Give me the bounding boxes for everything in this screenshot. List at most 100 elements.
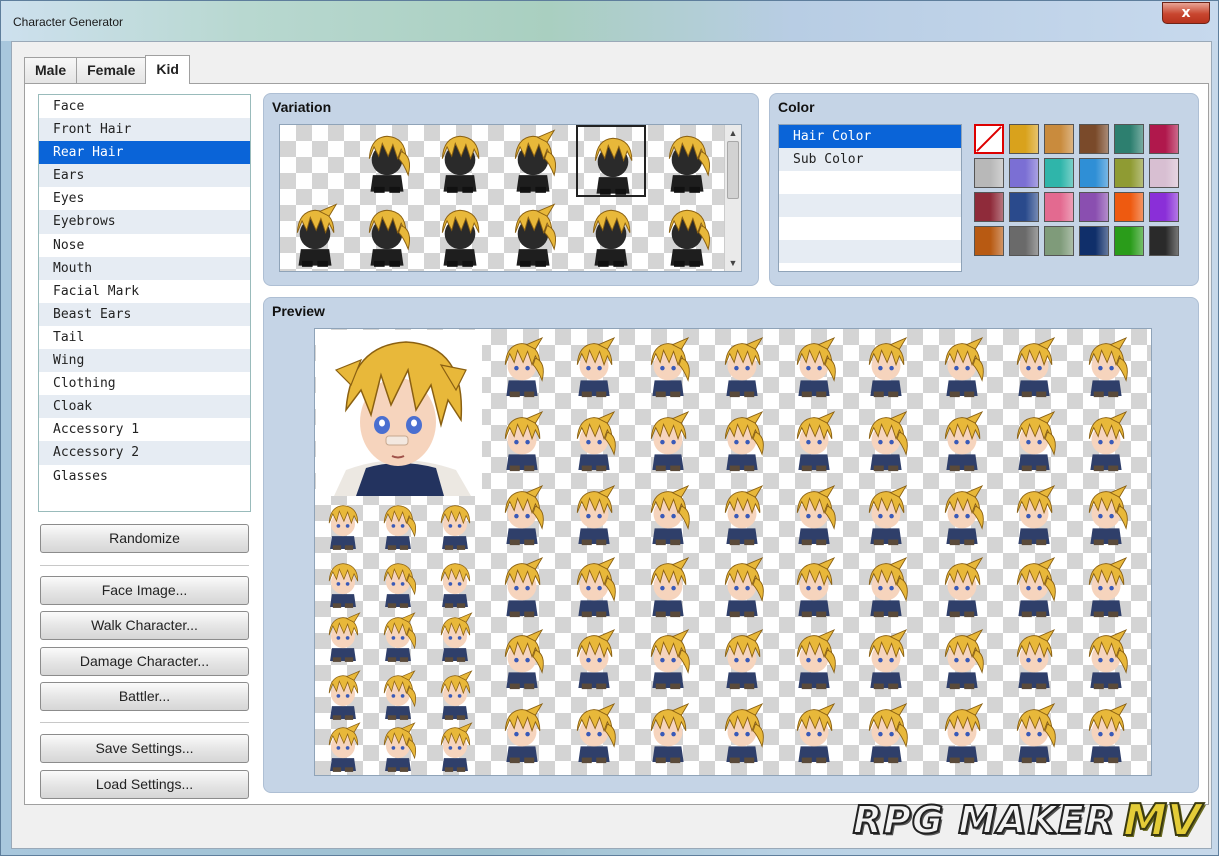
color-swatch[interactable] <box>1044 192 1074 222</box>
part-item[interactable]: Cloak <box>39 395 250 419</box>
variation-cell[interactable] <box>652 125 722 197</box>
color-swatch[interactable] <box>1009 226 1039 256</box>
color-swatch[interactable] <box>1114 158 1144 188</box>
battler-sprite <box>796 337 836 398</box>
color-swatch[interactable] <box>1114 192 1144 222</box>
part-item[interactable]: Front Hair <box>39 118 250 142</box>
part-item[interactable]: Accessory 2 <box>39 441 250 465</box>
color-group: Color Hair Color Sub Color <box>769 93 1199 286</box>
color-swatch[interactable] <box>1009 124 1039 154</box>
color-target-item[interactable] <box>779 194 961 217</box>
damage-character-button[interactable]: Damage Character... <box>40 647 249 676</box>
color-target-item[interactable]: Sub Color <box>779 148 961 171</box>
color-swatch[interactable] <box>1044 226 1074 256</box>
variation-cell[interactable] <box>352 125 422 197</box>
color-swatch[interactable] <box>1114 124 1144 154</box>
variation-cell[interactable] <box>352 199 422 271</box>
part-item[interactable]: Wing <box>39 349 250 373</box>
color-swatch[interactable] <box>974 192 1004 222</box>
scroll-down-icon[interactable]: ▼ <box>727 257 739 269</box>
variation-cell[interactable] <box>576 125 646 197</box>
part-item[interactable]: Accessory 1 <box>39 418 250 441</box>
color-target-item[interactable] <box>779 171 961 194</box>
close-button[interactable]: x <box>1162 2 1210 24</box>
battler-sprite <box>868 703 908 764</box>
color-swatch[interactable] <box>974 158 1004 188</box>
color-swatch[interactable] <box>1114 226 1144 256</box>
scroll-up-icon[interactable]: ▲ <box>727 127 739 139</box>
scroll-thumb[interactable] <box>727 141 739 199</box>
battler-sprite <box>1016 411 1056 472</box>
hair-variation-sprite <box>668 135 711 193</box>
part-item[interactable]: Clothing <box>39 372 250 395</box>
variation-cell[interactable] <box>576 199 646 271</box>
battler-sprite <box>944 703 984 764</box>
part-item[interactable]: Nose <box>39 234 250 257</box>
color-swatch[interactable] <box>1079 124 1109 154</box>
walk-sprite <box>328 505 359 550</box>
part-item[interactable]: Eyebrows <box>39 210 250 234</box>
walk-sprite <box>440 563 471 608</box>
part-item[interactable]: Face <box>39 95 250 118</box>
color-swatch[interactable] <box>974 226 1004 256</box>
load-settings-button[interactable]: Load Settings... <box>40 770 249 799</box>
randomize-button[interactable]: Randomize <box>40 524 249 553</box>
color-swatch[interactable] <box>1009 192 1039 222</box>
color-swatch[interactable] <box>1149 226 1179 256</box>
battler-sprite <box>944 411 984 472</box>
variation-cell[interactable] <box>498 199 568 271</box>
battler-sprite <box>944 337 984 398</box>
part-item[interactable]: Beast Ears <box>39 302 250 326</box>
variation-cell[interactable] <box>280 199 350 271</box>
color-swatch[interactable] <box>1149 124 1179 154</box>
color-swatch[interactable] <box>1044 158 1074 188</box>
variation-scrollbar[interactable]: ▲ ▼ <box>724 125 741 271</box>
color-swatch[interactable] <box>1149 158 1179 188</box>
color-swatch[interactable] <box>1009 158 1039 188</box>
walk-sprite <box>440 612 473 662</box>
hair-variation-sprite <box>368 209 411 267</box>
battler-sprite <box>724 629 764 690</box>
variation-grid[interactable]: ▲ ▼ <box>279 124 742 272</box>
close-icon: x <box>1181 5 1191 21</box>
tab-kid[interactable]: Kid <box>145 55 190 84</box>
color-swatch[interactable] <box>1044 124 1074 154</box>
variation-cell[interactable] <box>425 199 495 271</box>
part-item[interactable]: Rear Hair <box>39 141 250 165</box>
walk-character-button[interactable]: Walk Character... <box>40 611 249 640</box>
no-color-swatch[interactable] <box>974 124 1004 154</box>
part-item[interactable]: Eyes <box>39 187 250 210</box>
hair-variation-sprite <box>514 203 557 267</box>
title-bar[interactable]: Character Generator x <box>1 1 1218 41</box>
hair-variation-sprite <box>592 209 631 267</box>
variation-cell[interactable] <box>498 125 568 197</box>
variation-cell[interactable] <box>425 125 495 197</box>
color-swatch[interactable] <box>1079 192 1109 222</box>
part-item[interactable]: Glasses <box>39 465 250 488</box>
variation-cell[interactable] <box>652 199 722 271</box>
part-list[interactable]: Face Front Hair Rear Hair Ears Eyes Eyebrows N… <box>38 94 251 512</box>
tab-female[interactable]: Female <box>76 57 147 84</box>
part-item[interactable]: Facial Mark <box>39 280 250 303</box>
color-swatch[interactable] <box>1149 192 1179 222</box>
color-target-item[interactable]: Hair Color <box>779 125 961 148</box>
battler-button[interactable]: Battler... <box>40 682 249 711</box>
hair-variation-sprite <box>594 137 633 195</box>
part-item[interactable]: Ears <box>39 164 250 188</box>
battler-sprite <box>1016 337 1056 398</box>
color-swatch[interactable] <box>1079 226 1109 256</box>
variation-cell[interactable] <box>280 125 350 197</box>
battler-sprite <box>796 557 836 618</box>
save-settings-button[interactable]: Save Settings... <box>40 734 249 763</box>
color-target-item[interactable] <box>779 217 961 240</box>
color-target-item[interactable] <box>779 240 961 263</box>
tab-male[interactable]: Male <box>24 57 78 84</box>
battler-sprite <box>796 629 836 690</box>
walk-sprite <box>383 563 417 608</box>
color-target-list[interactable]: Hair Color Sub Color <box>778 124 962 272</box>
part-item[interactable]: Tail <box>39 326 250 349</box>
part-item[interactable]: Mouth <box>39 256 250 280</box>
face-image-button[interactable]: Face Image... <box>40 576 249 605</box>
walk-sprite <box>328 670 361 720</box>
color-swatch[interactable] <box>1079 158 1109 188</box>
